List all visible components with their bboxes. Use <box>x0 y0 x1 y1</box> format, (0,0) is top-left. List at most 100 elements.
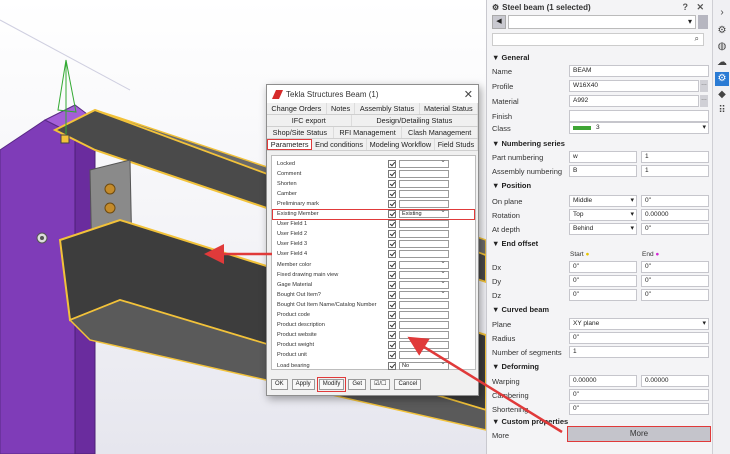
param-input[interactable] <box>399 169 449 178</box>
param-input[interactable] <box>399 220 449 229</box>
get-button[interactable]: Get <box>348 378 367 390</box>
dy-start-field[interactable]: 0" <box>569 275 637 287</box>
param-checkbox[interactable] <box>388 331 396 340</box>
back-button[interactable]: ◀ <box>492 15 506 29</box>
help-close-icons[interactable]: ? ✕ <box>682 2 707 13</box>
material-field[interactable]: A992 <box>569 95 699 107</box>
part-start-field[interactable]: 1 <box>641 151 709 163</box>
param-input[interactable] <box>399 240 449 249</box>
tab-rfi-management[interactable]: RFI Management <box>334 127 403 138</box>
chevron-right-icon[interactable]: › <box>715 6 729 20</box>
plane-select[interactable]: XY plane <box>569 318 709 330</box>
section-custom-properties[interactable]: ▼ Custom properties <box>492 417 568 426</box>
tab-ifc-export[interactable]: IFC export <box>267 115 352 126</box>
more-button[interactable]: More <box>567 426 711 442</box>
tab-end-conditions[interactable]: End conditions <box>312 139 367 150</box>
param-checkbox[interactable] <box>388 250 396 259</box>
steel-column[interactable] <box>0 119 76 454</box>
close-icon[interactable]: ✕ <box>464 88 473 101</box>
tab-design-detailing-status[interactable]: Design/Detailing Status <box>352 115 479 126</box>
tab-parameters[interactable]: Parameters <box>267 139 313 150</box>
segments-field[interactable]: 1 <box>569 346 709 358</box>
on-plane-value[interactable]: 0" <box>641 195 709 207</box>
tab-notes[interactable]: Notes <box>327 103 356 114</box>
param-checkbox[interactable] <box>388 351 396 360</box>
shortening-field[interactable]: 0" <box>569 403 709 415</box>
tab-modeling-workflow[interactable]: Modeling Workflow <box>367 139 435 150</box>
dz-start-field[interactable]: 0" <box>569 289 637 301</box>
param-input[interactable] <box>399 300 449 309</box>
param-checkbox[interactable] <box>388 290 396 299</box>
param-checkbox[interactable] <box>388 300 396 309</box>
gear-icon[interactable]: ⚙ <box>715 72 729 86</box>
section-curved-beam[interactable]: ▼ Curved beam <box>492 305 549 314</box>
dy-end-field[interactable]: 0" <box>641 275 709 287</box>
section-deforming[interactable]: ▼ Deforming <box>492 362 539 371</box>
finish-field[interactable] <box>569 110 709 122</box>
property-set-select[interactable] <box>508 15 696 29</box>
dx-start-field[interactable]: 0" <box>569 261 637 273</box>
cube-icon[interactable]: ◆ <box>715 88 729 102</box>
assembly-prefix-field[interactable]: B <box>569 165 637 177</box>
param-checkbox[interactable] <box>388 189 396 198</box>
rotation-value[interactable]: 0.00000 <box>641 209 709 221</box>
param-input[interactable] <box>399 311 449 319</box>
radius-field[interactable]: 0" <box>569 332 709 344</box>
dx-end-field[interactable]: 0" <box>641 261 709 273</box>
warping-start-field[interactable]: 0.00000 <box>569 375 637 387</box>
grid-icon[interactable]: ⠿ <box>715 104 729 118</box>
dialog-title-bar[interactable]: Tekla Structures Beam (1) ✕ <box>267 85 478 103</box>
param-checkbox[interactable] <box>388 240 396 249</box>
dz-end-field[interactable]: 0" <box>641 289 709 301</box>
tab-field-studs[interactable]: Field Studs <box>435 139 478 150</box>
cancel-button[interactable]: Cancel <box>394 378 422 390</box>
section-numbering[interactable]: ▼ Numbering series <box>492 139 565 148</box>
param-checkbox[interactable] <box>388 280 396 289</box>
tab-material-status[interactable]: Material Status <box>420 103 479 114</box>
save-icon[interactable] <box>698 15 708 29</box>
apply-button[interactable]: Apply <box>291 378 315 390</box>
param-checkbox[interactable] <box>388 230 396 239</box>
part-prefix-field[interactable]: w <box>569 151 637 163</box>
warping-end-field[interactable]: 0.00000 <box>641 375 709 387</box>
cloud-icon[interactable]: ☁ <box>715 56 729 70</box>
param-input[interactable] <box>399 321 449 330</box>
at-depth-value[interactable]: 0" <box>641 223 709 235</box>
param-input[interactable] <box>399 189 449 198</box>
param-select[interactable] <box>399 158 449 168</box>
name-field[interactable]: BEAM <box>569 65 709 77</box>
param-checkbox[interactable] <box>388 270 396 279</box>
param-checkbox[interactable] <box>388 159 396 168</box>
param-checkbox[interactable] <box>388 179 396 188</box>
material-browse-button[interactable]: … <box>700 95 708 107</box>
tab-shop-site-status[interactable]: Shop/Site Status <box>267 127 334 138</box>
param-input[interactable] <box>399 331 449 340</box>
settings-search-icon[interactable]: ⚙ <box>715 24 729 38</box>
tab-change-orders[interactable]: Change Orders <box>267 103 327 114</box>
param-checkbox[interactable] <box>388 210 396 218</box>
on-plane-select[interactable]: Middle <box>569 195 637 207</box>
param-checkbox[interactable] <box>388 220 396 229</box>
beam-properties-dialog[interactable]: Tekla Structures Beam (1) ✕ Change Order… <box>266 84 479 396</box>
param-input[interactable] <box>399 341 449 350</box>
profile-browse-button[interactable]: … <box>700 80 708 92</box>
cambering-field[interactable]: 0" <box>569 389 709 401</box>
rotation-select[interactable]: Top <box>569 209 637 221</box>
section-position[interactable]: ▼ Position <box>492 181 531 190</box>
assembly-start-field[interactable]: 1 <box>641 165 709 177</box>
param-checkbox[interactable] <box>388 260 396 269</box>
globe-icon[interactable]: ◍ <box>715 40 729 54</box>
section-end-offset[interactable]: ▼ End offset <box>492 239 538 248</box>
modify-button[interactable]: Modify <box>316 376 347 392</box>
param-checkbox[interactable] <box>388 361 396 370</box>
param-input[interactable] <box>399 179 449 188</box>
section-general[interactable]: ▼ General <box>492 53 529 62</box>
param-checkbox[interactable] <box>388 169 396 178</box>
at-depth-select[interactable]: Behind <box>569 223 637 235</box>
profile-field[interactable]: W16X40 <box>569 80 699 92</box>
param-select[interactable] <box>399 289 449 299</box>
tab-assembly-status[interactable]: Assembly Status <box>355 103 420 114</box>
param-checkbox[interactable] <box>388 321 396 330</box>
param-select[interactable]: No <box>399 360 449 370</box>
param-select[interactable]: Existing <box>399 208 449 218</box>
